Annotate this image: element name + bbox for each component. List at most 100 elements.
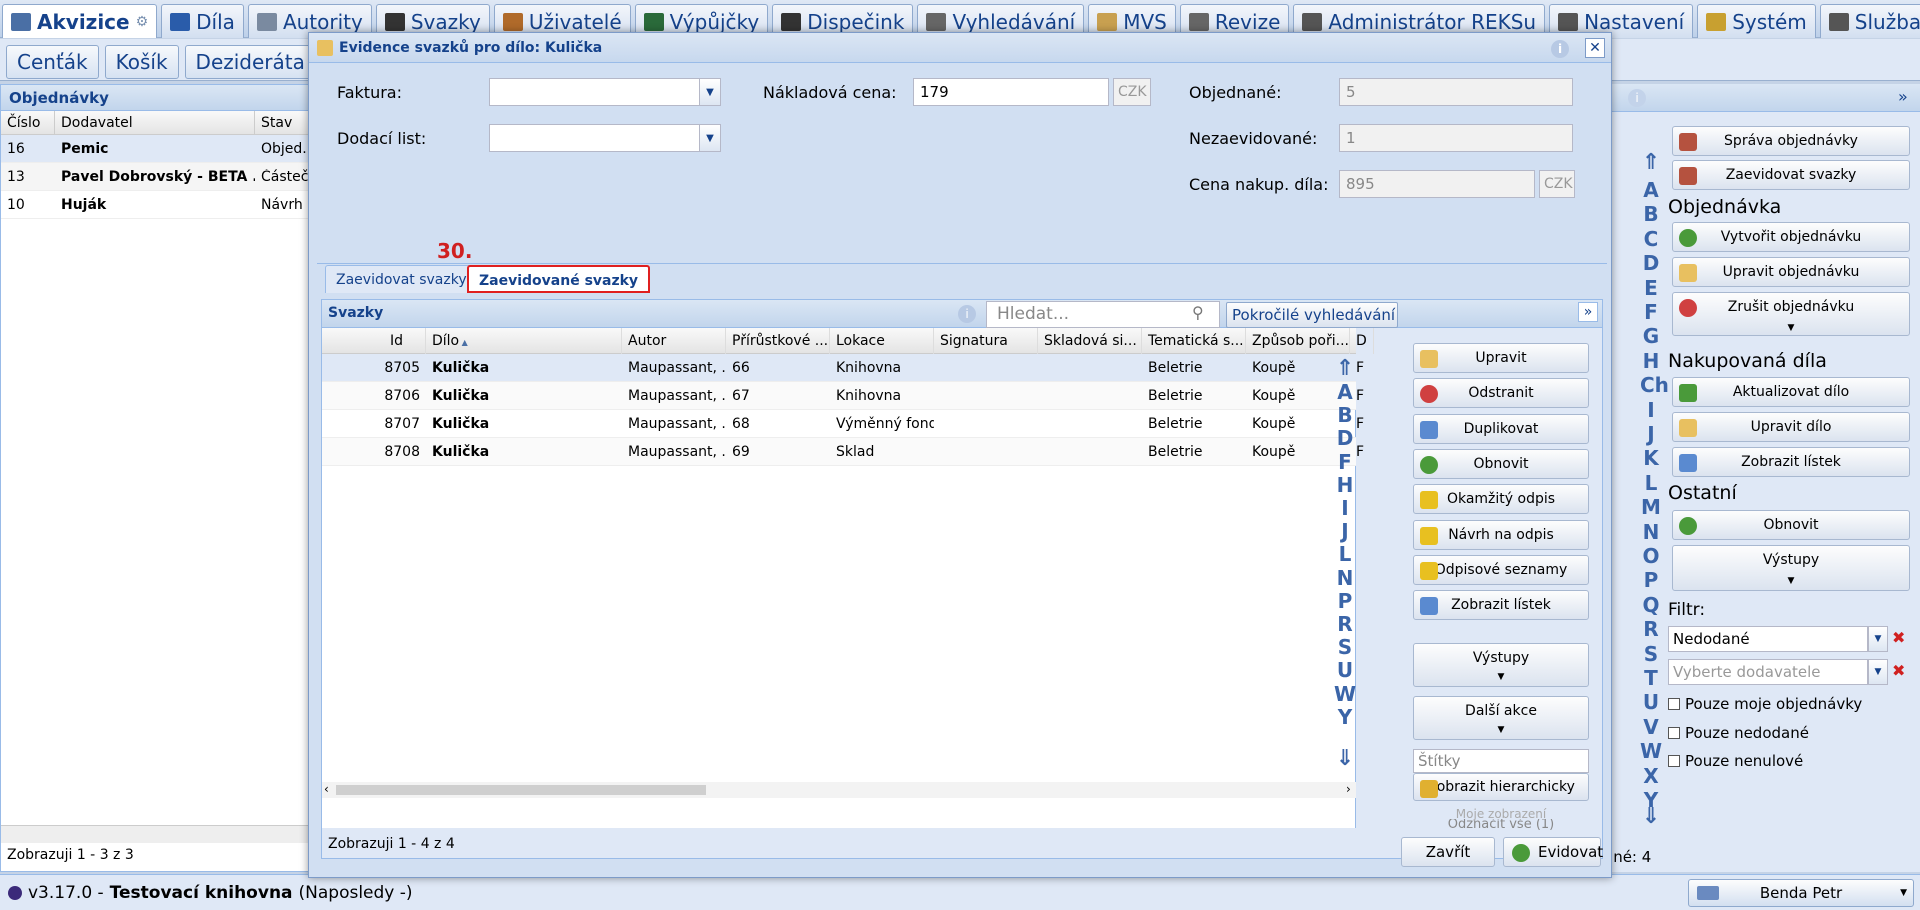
column-header[interactable]: Signatura xyxy=(934,328,1038,354)
info-icon[interactable]: i xyxy=(958,305,976,323)
alphabet-letter[interactable]: L xyxy=(1334,542,1356,566)
menu-tab[interactable]: Díla xyxy=(161,4,244,38)
alphabet-letter[interactable]: C xyxy=(1640,227,1662,251)
edit-work-button[interactable]: Upravit dílo xyxy=(1672,412,1910,442)
column-header[interactable]: Skladová si... xyxy=(1038,328,1142,354)
chk-nonzero[interactable]: Pouze nenulové xyxy=(1668,752,1803,770)
alphabet-letter[interactable]: P xyxy=(1334,589,1356,613)
clear-supplier-icon[interactable]: ✖ xyxy=(1892,661,1905,680)
alphabet-letter[interactable]: L xyxy=(1640,471,1662,495)
alphabet-letter[interactable]: I xyxy=(1640,398,1662,422)
submenu-tab[interactable]: Košík xyxy=(104,45,179,79)
alphabet-letter[interactable]: O xyxy=(1640,544,1662,568)
table-row[interactable]: 16 Pemic Objed... xyxy=(1,135,311,163)
checkbox[interactable] xyxy=(1668,727,1680,739)
tags-input[interactable]: Štítky xyxy=(1413,749,1589,773)
advanced-search-button[interactable]: Pokročilé vyhledávání xyxy=(1226,302,1398,328)
manage-order-button[interactable]: Správa objednávky xyxy=(1672,126,1910,156)
scroll-left-icon[interactable]: ‹ xyxy=(324,782,329,796)
submenu-tab[interactable]: Cenťák xyxy=(6,45,99,79)
alphabet-letter[interactable]: Y xyxy=(1334,705,1356,729)
create-order-button[interactable]: Vytvořit objednávku xyxy=(1672,222,1910,252)
col-state[interactable]: Stav xyxy=(255,111,311,134)
invoice-select[interactable] xyxy=(489,78,701,106)
alphabet-letter[interactable]: B xyxy=(1334,403,1356,427)
cost-input[interactable]: 179 xyxy=(913,78,1109,106)
delivery-note-select[interactable] xyxy=(489,124,701,152)
scroll-bottom-icon[interactable]: ⇓ xyxy=(1640,804,1662,829)
alphabet-letter[interactable]: A xyxy=(1334,380,1356,404)
column-header[interactable]: Tematická s... xyxy=(1142,328,1246,354)
menu-tab[interactable]: Systém xyxy=(1697,4,1816,38)
outputs-button[interactable]: Výstupy ▼ xyxy=(1413,643,1589,687)
tab-registered-volumes[interactable]: Zaevidované svazky xyxy=(467,265,651,293)
show-hierarchy-button[interactable]: Zobrazit hierarchicky xyxy=(1413,773,1589,801)
scroll-bottom-icon[interactable]: ⇓ xyxy=(1334,746,1356,771)
alphabet-letter[interactable]: U xyxy=(1640,690,1662,714)
alphabet-letter[interactable]: M xyxy=(1640,495,1662,519)
search-input[interactable]: Hledat... xyxy=(986,301,1220,328)
alphabet-letter[interactable]: Ch xyxy=(1640,373,1669,397)
alphabet-letter[interactable]: S xyxy=(1640,642,1662,666)
tab-register-volumes[interactable]: Zaevidovat svazky xyxy=(325,265,478,293)
table-row[interactable]: 13 Pavel Dobrovský - BETA ... Částeč... xyxy=(1,163,311,191)
alphabet-letter[interactable]: F xyxy=(1334,450,1356,474)
alphabet-letter[interactable]: V xyxy=(1640,715,1662,739)
close-button[interactable]: Zavřít xyxy=(1401,837,1495,867)
action-button[interactable]: Návrh na odpis xyxy=(1413,519,1589,550)
alphabet-letter[interactable]: F xyxy=(1640,300,1662,324)
alphabet-letter[interactable]: W xyxy=(1640,739,1662,763)
alphabet-letter[interactable]: J xyxy=(1334,519,1356,543)
alphabet-letter[interactable]: U xyxy=(1334,658,1356,682)
collapse-icon[interactable]: » xyxy=(1898,87,1908,106)
alphabet-letter[interactable]: I xyxy=(1334,496,1356,520)
table-row[interactable]: 8705 Kulička Maupassant, ... 66 Knihovna Bele… xyxy=(322,354,1364,382)
register-volumes-button[interactable]: Zaevidovat svazky xyxy=(1672,160,1910,190)
horizontal-scrollbar[interactable]: ‹ › xyxy=(322,782,1356,798)
alphabet-letter[interactable]: X xyxy=(1640,764,1662,788)
gear-icon[interactable]: ⚙ xyxy=(136,14,149,30)
alphabet-letter[interactable]: H xyxy=(1640,349,1662,373)
filter-select[interactable]: Nedodané xyxy=(1668,626,1868,652)
alphabet-letter[interactable]: D xyxy=(1640,251,1662,275)
submenu-tab[interactable]: Dezideráta xyxy=(184,45,316,79)
col-number[interactable]: Číslo xyxy=(1,111,55,134)
alphabet-letter[interactable]: W xyxy=(1334,682,1356,706)
scroll-thumb[interactable] xyxy=(336,785,706,795)
scroll-top-icon[interactable]: ⇑ xyxy=(1640,150,1662,175)
alphabet-letter[interactable]: B xyxy=(1640,202,1662,226)
alphabet-letter[interactable]: Q xyxy=(1640,593,1662,617)
action-button[interactable]: Odpisové seznamy xyxy=(1413,554,1589,585)
menu-tab[interactable]: Akvizice ⚙ xyxy=(2,4,158,38)
register-button[interactable]: Evidovat xyxy=(1503,837,1603,867)
action-button[interactable]: Obnovit xyxy=(1413,448,1589,479)
column-header[interactable]: Dílo ▲ xyxy=(426,328,622,354)
table-row[interactable]: 8706 Kulička Maupassant, ... 67 Knihovna Bele… xyxy=(322,382,1364,410)
show-card-button[interactable]: Zobrazit lístek xyxy=(1672,447,1910,477)
edit-order-button[interactable]: Upravit objednávku xyxy=(1672,257,1910,287)
info-icon[interactable]: i xyxy=(1628,89,1646,107)
close-icon[interactable]: ✕ xyxy=(1585,38,1605,58)
more-actions-button[interactable]: Další akce ▼ xyxy=(1413,696,1589,740)
alphabet-letter[interactable]: P xyxy=(1640,568,1662,592)
scroll-top-icon[interactable]: ⇑ xyxy=(1334,356,1356,381)
alphabet-letter[interactable]: J xyxy=(1640,422,1662,446)
column-header[interactable]: Id xyxy=(322,328,426,354)
info-icon[interactable]: i xyxy=(1551,40,1569,58)
menu-tab[interactable]: Služba xyxy=(1819,4,1920,38)
alphabet-letter[interactable]: E xyxy=(1640,276,1662,300)
alphabet-letter[interactable]: N xyxy=(1640,520,1662,544)
chevron-down-icon[interactable]: ▼ xyxy=(1868,659,1888,685)
alphabet-letter[interactable]: S xyxy=(1334,635,1356,659)
horizontal-scrollbar[interactable] xyxy=(1,825,311,843)
search-icon[interactable]: ⚲ xyxy=(1192,303,1204,322)
chk-my-orders[interactable]: Pouze moje objednávky xyxy=(1668,695,1862,713)
checkbox[interactable] xyxy=(1668,698,1680,710)
col-supplier[interactable]: Dodavatel xyxy=(55,111,255,134)
chk-undelivered[interactable]: Pouze nedodané xyxy=(1668,724,1809,742)
cancel-order-button[interactable]: Zrušit objednávku ▼ xyxy=(1672,292,1910,336)
action-button[interactable]: Zobrazit lístek xyxy=(1413,590,1589,621)
checkbox[interactable] xyxy=(1668,755,1680,767)
action-button[interactable]: Duplikovat xyxy=(1413,413,1589,444)
alphabet-letter[interactable]: K xyxy=(1640,446,1662,470)
